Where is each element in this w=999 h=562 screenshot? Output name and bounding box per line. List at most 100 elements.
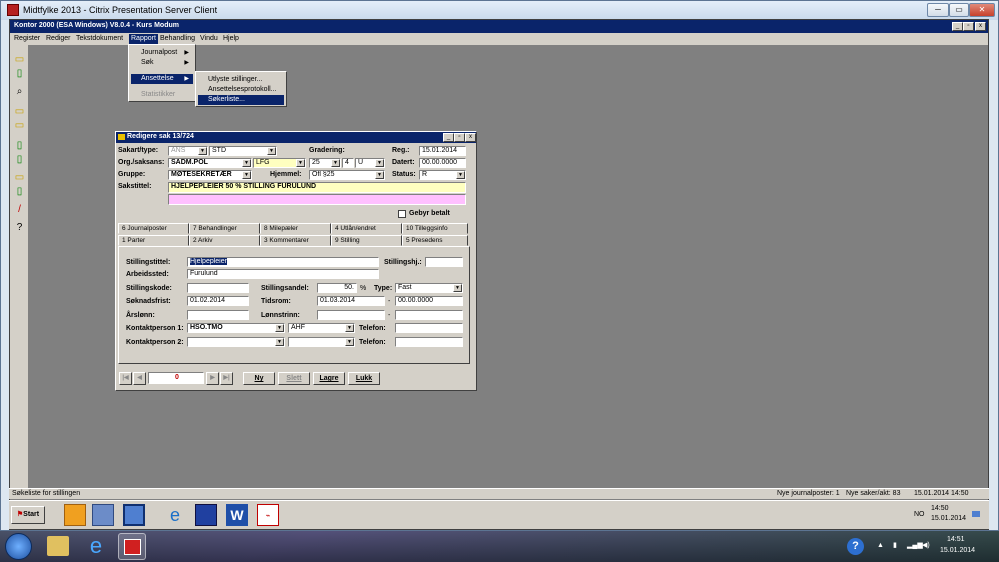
signal-tray-icon[interactable]: ▂▄▆ bbox=[907, 541, 923, 549]
ie-taskbar-icon[interactable]: e bbox=[85, 534, 107, 558]
new-button[interactable]: Ny bbox=[243, 372, 275, 385]
kontakt2-dropdown-icon[interactable]: ▼ bbox=[275, 338, 284, 346]
stillingskode-field[interactable] bbox=[187, 283, 249, 293]
menu-rapport[interactable]: Rapport bbox=[129, 34, 158, 44]
tab-presedens[interactable]: 5 Presedens bbox=[402, 235, 468, 246]
folder-open-icon[interactable]: ▭ bbox=[13, 105, 26, 118]
menu-tekstdokument[interactable]: Tekstdokument bbox=[74, 34, 125, 44]
tray-expand-icon[interactable]: ▲ bbox=[877, 542, 884, 549]
save-button[interactable]: Lagre bbox=[313, 372, 345, 385]
citrix-minimize-button[interactable]: ─ bbox=[927, 3, 949, 17]
app-window-active-icon[interactable] bbox=[123, 504, 145, 526]
kontakt1-dropdown-icon[interactable]: ▼ bbox=[275, 324, 284, 332]
windows-start-orb-icon[interactable] bbox=[5, 533, 32, 560]
tab-parter[interactable]: 1 Parter bbox=[118, 235, 189, 246]
search-icon[interactable]: ⌕ bbox=[13, 85, 26, 98]
tab-behandlinger[interactable]: 7 Behandlinger bbox=[189, 223, 260, 234]
journal-icon[interactable]: ▯ bbox=[13, 185, 26, 198]
org-field[interactable]: SADM.POL bbox=[168, 158, 252, 168]
stilling-type-dropdown-icon[interactable]: ▼ bbox=[453, 284, 462, 292]
menu-item-journalpost[interactable]: Journalpost ▶ bbox=[131, 48, 193, 58]
register-icon[interactable]: ▯ bbox=[13, 139, 26, 152]
citrix-maximize-button[interactable]: ▭ bbox=[949, 3, 969, 17]
saksans-dropdown-icon[interactable]: ▼ bbox=[296, 159, 305, 167]
nav-first-button[interactable]: |◀ bbox=[119, 372, 132, 385]
citrix-taskbar-icon[interactable] bbox=[118, 533, 146, 560]
status-dropdown-icon[interactable]: ▼ bbox=[456, 171, 465, 179]
nav-prev-button[interactable]: ◀ bbox=[133, 372, 146, 385]
soknadsfrist-field[interactable]: 01.02.2014 bbox=[187, 296, 249, 306]
menu-item-sok[interactable]: Søk ▶ bbox=[131, 58, 193, 68]
tab-milepaeler[interactable]: 8 Milepæler bbox=[260, 223, 331, 234]
gebyr-checkbox[interactable] bbox=[398, 210, 406, 218]
nav-last-button[interactable]: ▶| bbox=[220, 372, 233, 385]
dialog-maximize-button[interactable]: ▫ bbox=[454, 133, 465, 142]
menu-item-sokerliste[interactable]: Søkerliste... bbox=[198, 95, 284, 105]
stillingshj-field[interactable] bbox=[425, 257, 463, 267]
gruppe-field[interactable]: MØTESEKRETÆR bbox=[168, 170, 252, 180]
explorer-taskbar-icon[interactable] bbox=[47, 536, 69, 556]
tidsrom-til-field[interactable]: 00.00.0000 bbox=[395, 296, 463, 306]
menu-register[interactable]: Register bbox=[12, 34, 42, 44]
sakstittel-extra-field[interactable] bbox=[168, 194, 466, 205]
datert-field[interactable]: 00.00.0000 bbox=[419, 158, 466, 168]
tab-utlan-endret[interactable]: 4 Utlån/endret bbox=[331, 223, 402, 234]
citrix-close-button[interactable]: ✕ bbox=[969, 3, 995, 17]
kontakt1b-dropdown-icon[interactable]: ▼ bbox=[345, 324, 354, 332]
mdi-restore-button[interactable]: ▫ bbox=[963, 22, 974, 31]
help-icon[interactable]: ? bbox=[13, 221, 26, 234]
menu-item-utlyste-stillinger[interactable]: Utlyste stillinger... bbox=[198, 75, 284, 85]
stillingsandel-field[interactable]: 50. bbox=[317, 283, 357, 293]
kontakt1-field[interactable]: HSO.TMO bbox=[187, 323, 285, 333]
telefon2-field[interactable] bbox=[395, 337, 463, 347]
tab-stilling[interactable]: 9 Stilling bbox=[331, 235, 402, 246]
gradering1-dropdown-icon[interactable]: ▼ bbox=[331, 159, 340, 167]
gradering-field-2[interactable]: 4 bbox=[342, 158, 354, 168]
org-dropdown-icon[interactable]: ▼ bbox=[242, 159, 251, 167]
pdf-icon[interactable]: ⌁ bbox=[257, 504, 279, 526]
nav-next-button[interactable]: ▶ bbox=[206, 372, 219, 385]
menu-rediger[interactable]: Rediger bbox=[44, 34, 73, 44]
tab-journalposter[interactable]: 6 Journalposter bbox=[118, 223, 189, 234]
volume-tray-icon[interactable]: ◀) bbox=[922, 541, 930, 549]
kontakt2-field[interactable] bbox=[187, 337, 285, 347]
record-counter-field[interactable]: 0 bbox=[148, 372, 204, 384]
arbeidssted-field[interactable]: Furulund bbox=[187, 269, 379, 279]
lonnstrinn-fra-field[interactable] bbox=[317, 310, 385, 320]
gruppe-dropdown-icon[interactable]: ▼ bbox=[242, 171, 251, 179]
folder-stack-icon[interactable]: ▭ bbox=[13, 119, 26, 132]
folder-icon[interactable]: ▭ bbox=[13, 53, 26, 66]
menu-hjelp[interactable]: Hjelp bbox=[221, 34, 241, 44]
sakart-dropdown-icon[interactable]: ▼ bbox=[198, 147, 207, 155]
mdi-minimize-button[interactable]: _ bbox=[952, 22, 963, 31]
menu-behandling[interactable]: Behandling bbox=[158, 34, 197, 44]
archive-icon[interactable]: ▭ bbox=[13, 171, 26, 184]
tab-arkiv[interactable]: 2 Arkiv bbox=[189, 235, 260, 246]
show-desktop-icon[interactable] bbox=[972, 511, 980, 517]
network-tray-icon[interactable]: ▮ bbox=[893, 541, 897, 549]
remote-start-button[interactable]: ⚑Start bbox=[11, 506, 45, 524]
menu-item-ansettelse[interactable]: Ansettelse ▶ bbox=[131, 74, 193, 84]
app-window-icon[interactable] bbox=[92, 504, 114, 526]
arslonn-field[interactable] bbox=[187, 310, 249, 320]
remote-lang-indicator[interactable]: NO bbox=[914, 511, 925, 518]
type-dropdown-icon[interactable]: ▼ bbox=[267, 147, 276, 155]
tab-kommentarer[interactable]: 3 Kommentarer bbox=[260, 235, 331, 246]
tidsrom-fra-field[interactable]: 01.03.2014 bbox=[317, 296, 385, 306]
internet-explorer-icon[interactable]: e bbox=[164, 504, 186, 526]
hjemmel-field[interactable]: Ofl §25 bbox=[309, 170, 385, 180]
register-list-icon[interactable]: ▯ bbox=[13, 153, 26, 166]
sakstittel-field[interactable]: HJELPEPLEIER 50 % STILLING FURULUND bbox=[168, 182, 466, 193]
monitor-icon[interactable] bbox=[195, 504, 217, 526]
reg-date-field[interactable]: 15.01.2014 bbox=[419, 146, 466, 156]
menu-item-ansettelsesprotokoll[interactable]: Ansettelsesprotokoll... bbox=[198, 85, 284, 95]
lonnstrinn-til-field[interactable] bbox=[395, 310, 463, 320]
word-icon[interactable]: W bbox=[226, 504, 248, 526]
mdi-close-button[interactable]: x bbox=[975, 22, 986, 31]
menu-vindu[interactable]: Vindu bbox=[198, 34, 220, 44]
stillingstittel-field[interactable]: Hjelpepleier bbox=[187, 257, 379, 267]
help-tray-icon[interactable]: ? bbox=[847, 538, 864, 555]
outlook-icon[interactable] bbox=[64, 504, 86, 526]
dialog-close-button[interactable]: x bbox=[465, 133, 476, 142]
close-button[interactable]: Lukk bbox=[348, 372, 380, 385]
